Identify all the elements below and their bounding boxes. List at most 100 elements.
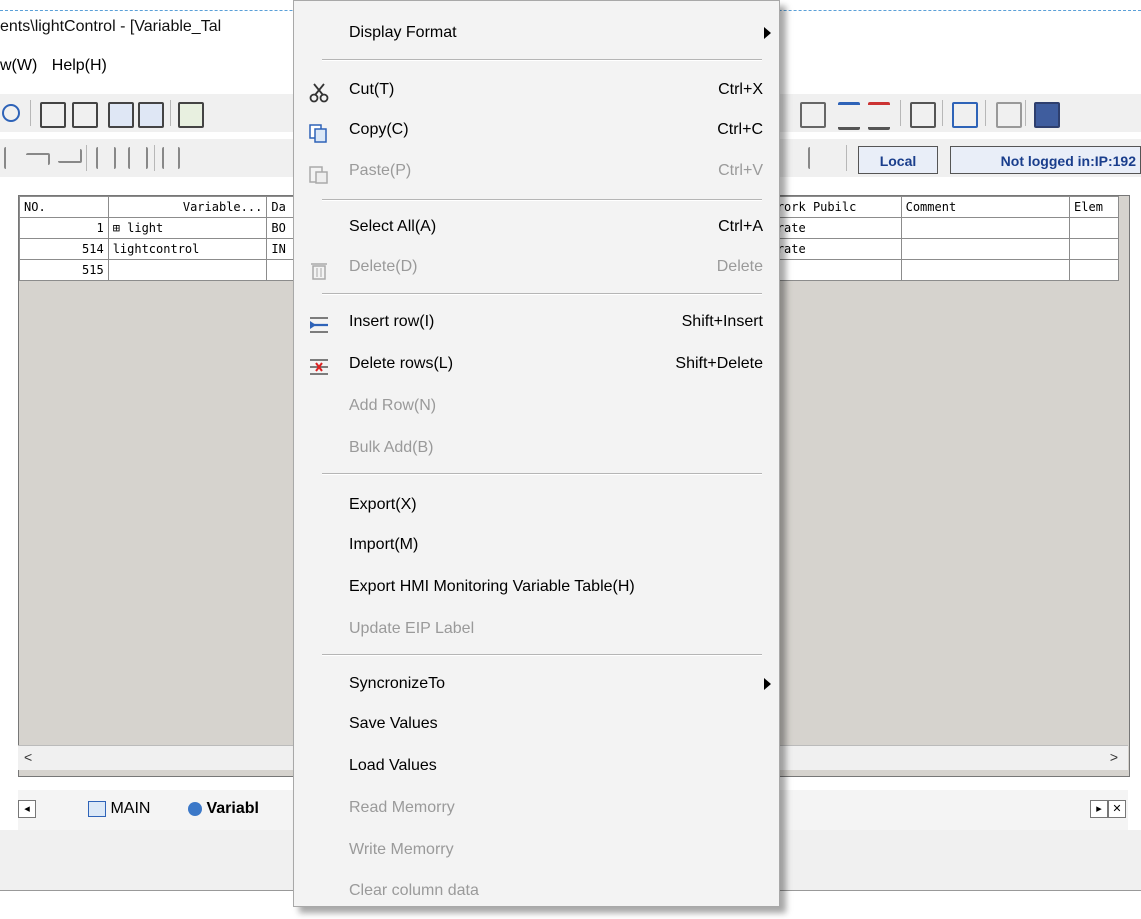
vertical-line-icon[interactable]: [4, 147, 8, 169]
delete-row-tool-icon[interactable]: [868, 102, 890, 130]
paste-icon: [308, 161, 330, 184]
menu-item-copy[interactable]: Copy(C) Ctrl+C: [294, 111, 779, 149]
menu-item-export-hmi[interactable]: Export HMI Monitoring Variable Table(H): [294, 568, 779, 606]
column-header[interactable]: rork Pubilc: [771, 196, 902, 218]
menu-item-clear-column-data[interactable]: Clear column data: [294, 872, 779, 910]
insert-row-tool-icon[interactable]: [838, 102, 860, 130]
menu-item-paste[interactable]: Paste(P) Ctrl+V: [294, 152, 779, 190]
toolbar-separator: [942, 100, 943, 126]
hline-down-icon[interactable]: [26, 153, 50, 165]
menu-item-delete[interactable]: Delete(D) Delete: [294, 248, 779, 286]
column-header[interactable]: Elem: [1069, 196, 1119, 218]
menu-item-label: Copy(C): [349, 121, 409, 138]
public-cell[interactable]: rate: [771, 238, 902, 260]
menu-item-update-eip[interactable]: Update EIP Label: [294, 610, 779, 648]
tab-scroll-left-icon[interactable]: ◂: [18, 800, 36, 818]
contact-no-icon[interactable]: [96, 147, 116, 169]
menu-item-load-values[interactable]: Load Values: [294, 747, 779, 785]
menu-item-label: Export HMI Monitoring Variable Table(H): [349, 578, 635, 595]
comment-cell[interactable]: [900, 259, 1071, 281]
toolbar-separator: [1025, 100, 1026, 126]
menu-separator: [322, 293, 762, 295]
tab-main-label: MAIN: [110, 800, 151, 817]
data-type-cell[interactable]: [266, 259, 297, 281]
menu-item-label: Clear column data: [349, 882, 479, 899]
menu-item-shortcut: Delete: [716, 258, 763, 275]
window-tile-icon[interactable]: [108, 102, 134, 128]
context-menu: Display Format Cut(T) Ctrl+X Copy(C) Ctr…: [293, 0, 780, 907]
login-status: Not logged in:IP:192: [950, 146, 1141, 174]
row-number: 514: [19, 238, 109, 260]
hline-up-icon[interactable]: [58, 149, 82, 163]
public-cell[interactable]: rate: [771, 217, 902, 239]
column-header[interactable]: Variable...: [107, 196, 268, 218]
menu-item-shortcut: Ctrl+C: [717, 121, 763, 138]
contact-nc-icon[interactable]: [128, 147, 148, 169]
column-header[interactable]: Da: [266, 196, 297, 218]
menubar: w(W) Help(H): [0, 57, 117, 75]
close-tab-icon[interactable]: ✕: [1108, 800, 1126, 818]
scroll-left-icon[interactable]: <: [24, 749, 32, 765]
menu-item-label: SyncronizeTo: [349, 675, 446, 692]
tab-main[interactable]: MAIN: [88, 794, 150, 824]
menu-item-label: Delete(D): [349, 258, 418, 275]
globe-icon: [188, 801, 202, 816]
menu-item-export[interactable]: Export(X): [294, 486, 779, 524]
network-icon[interactable]: [40, 102, 66, 128]
data-type-cell[interactable]: IN: [266, 238, 297, 260]
menu-item-shortcut: Shift+Delete: [675, 355, 763, 372]
arrow-down-icon[interactable]: [808, 147, 812, 169]
print-icon[interactable]: [72, 102, 98, 128]
menu-item-label: Select All(A): [349, 218, 437, 235]
variable-name-cell[interactable]: lightcontrol: [107, 238, 268, 260]
menu-item-label: Insert row(I): [349, 313, 435, 330]
element-cell[interactable]: [1069, 259, 1119, 281]
variable-name-cell[interactable]: [107, 259, 268, 281]
grid-icon[interactable]: [800, 102, 826, 128]
menu-item-write-memory[interactable]: Write Memorry: [294, 831, 779, 869]
insert-row-icon: [308, 312, 330, 333]
logout-icon[interactable]: [996, 102, 1022, 128]
menu-item-label: Import(M): [349, 536, 419, 553]
menu-item-add-row[interactable]: Add Row(N): [294, 387, 779, 425]
window-title: ents\lightControl - [Variable_Tal: [0, 18, 222, 35]
column-header[interactable]: Comment: [900, 196, 1071, 218]
menu-item-display-format[interactable]: Display Format: [294, 14, 779, 52]
local-mode-indicator[interactable]: Local: [858, 146, 938, 174]
search-icon[interactable]: [2, 104, 20, 122]
tab-scroll-right-icon[interactable]: ▸: [1090, 800, 1108, 818]
menu-item-syncronize-to[interactable]: SyncronizeTo: [294, 665, 779, 703]
menu-item-read-memory[interactable]: Read Memorry: [294, 789, 779, 827]
contact-rising-icon[interactable]: [162, 147, 180, 169]
test-icon[interactable]: [910, 102, 936, 128]
login-icon[interactable]: [952, 102, 978, 128]
menu-window[interactable]: w(W): [0, 57, 37, 74]
menu-item-import[interactable]: Import(M): [294, 526, 779, 564]
element-cell[interactable]: [1069, 217, 1119, 239]
menu-item-save-values[interactable]: Save Values: [294, 705, 779, 743]
menu-separator: [322, 59, 762, 61]
comment-cell[interactable]: [900, 217, 1071, 239]
menu-item-shortcut: Shift+Insert: [681, 313, 763, 330]
variable-name-cell[interactable]: ⊞ light: [107, 217, 268, 239]
public-cell[interactable]: [771, 259, 902, 281]
data-type-cell[interactable]: BO: [266, 217, 297, 239]
menu-item-delete-rows[interactable]: Delete rows(L) Shift+Delete: [294, 345, 779, 383]
scroll-right-icon[interactable]: >: [1110, 749, 1118, 765]
toolbar-separator: [846, 145, 847, 171]
column-header[interactable]: NO.: [19, 196, 109, 218]
ladder-file-icon: [88, 800, 106, 817]
menu-item-select-all[interactable]: Select All(A) Ctrl+A: [294, 208, 779, 246]
menu-item-insert-row[interactable]: Insert row(I) Shift+Insert: [294, 303, 779, 341]
download-icon[interactable]: [178, 102, 204, 128]
menu-item-cut[interactable]: Cut(T) Ctrl+X: [294, 71, 779, 109]
element-cell[interactable]: [1069, 238, 1119, 260]
toolbar-separator: [985, 100, 986, 126]
menu-item-bulk-add[interactable]: Bulk Add(B): [294, 429, 779, 467]
window-cascade-icon[interactable]: [138, 102, 164, 128]
panel-icon[interactable]: [1034, 102, 1060, 128]
toolbar-separator: [900, 100, 901, 126]
comment-cell[interactable]: [900, 238, 1071, 260]
menu-help[interactable]: Help(H): [52, 57, 107, 74]
tab-variable-table[interactable]: Variabl: [188, 794, 259, 824]
